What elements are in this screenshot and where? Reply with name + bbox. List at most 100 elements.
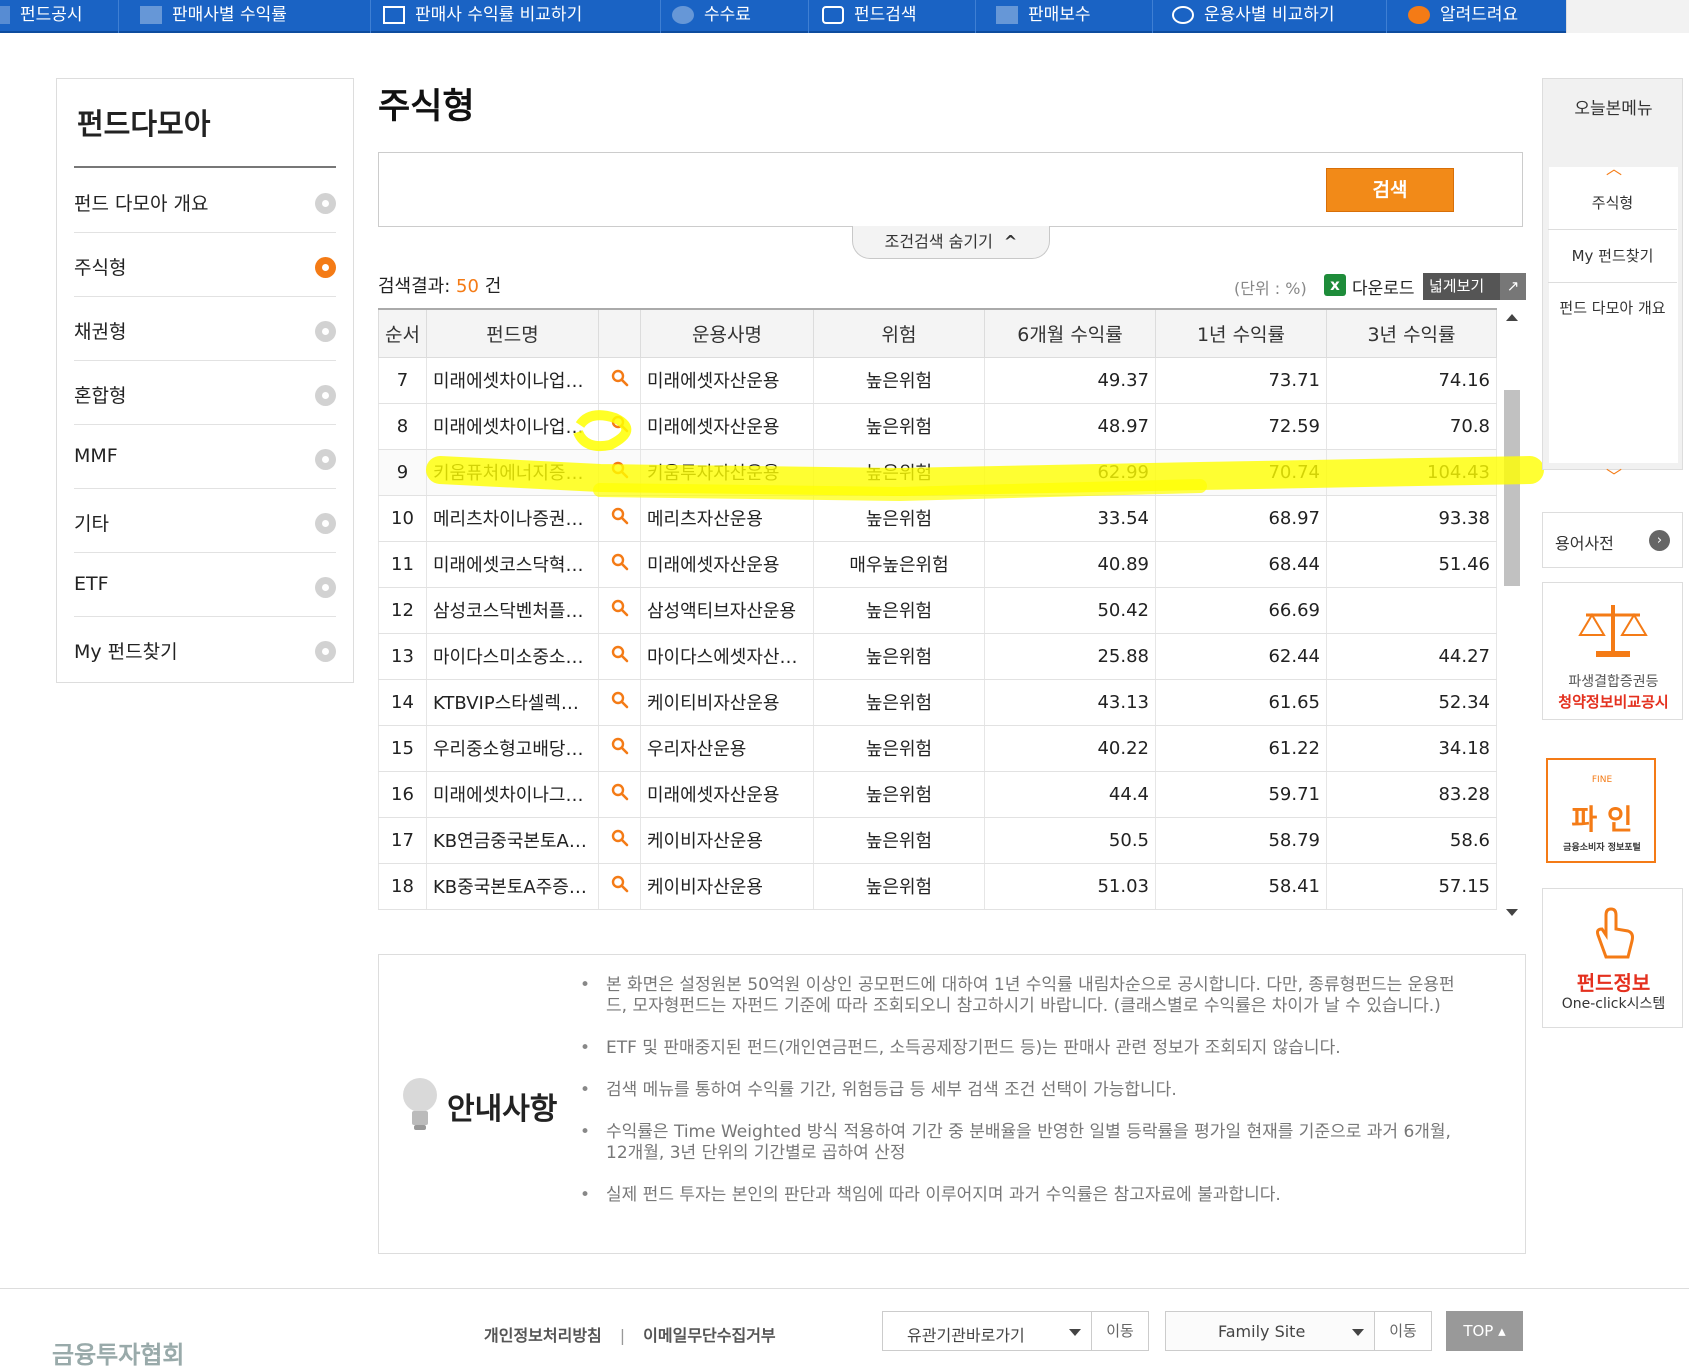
column-header-6m-return[interactable]: 6개월 수익률 [984,308,1156,358]
search-icon[interactable] [598,816,641,864]
top-button[interactable]: TOP ▴ [1446,1311,1523,1351]
search-icon[interactable] [598,494,641,542]
search-icon[interactable] [598,632,641,680]
scroll-thumb[interactable] [1504,390,1520,586]
cell-fund-name[interactable]: 미래에셋코스닥혁신성장증권투자신탁 [426,540,599,588]
recent-menu-item-my-fund[interactable]: My 펀드찾기 [1548,245,1677,283]
sidebar-item-etf[interactable]: ETF [74,553,336,617]
nav-item-seller-return[interactable]: 판매사별 수익률 [140,0,360,33]
table-row[interactable]: 7미래에셋차이나업종대표증권자투자신탁1(주식) 미래에셋자산운용높은위험49.3… [378,356,1497,404]
nav-item-fund-search[interactable]: 펀드검색 [822,0,972,33]
fund-info-oneclick-banner[interactable]: 펀드정보 One-click시스템 [1542,888,1683,1028]
cell-fund-name[interactable]: 미래에셋차이나업종대표증권자투자신탁1(주식)C [426,402,599,450]
nav-item-sales-fee[interactable]: 판매보수 [996,0,1146,33]
cell-fund-name[interactable]: 삼성코스닥벤처플러스증권투자신탁 [426,586,599,634]
email-refusal-link[interactable]: 이메일무단수집거부 [643,1326,775,1345]
family-site-select[interactable]: Family Site [1165,1311,1375,1351]
table-row[interactable]: 14KTBVIP스타셀렉션증권투자신탁 케이티비자산운용높은위험43.1361.6… [378,678,1497,726]
column-header-order[interactable]: 순서 [378,308,427,358]
column-header-manager[interactable]: 운용사명 [640,308,814,358]
wide-view-button[interactable]: 넓게보기 ↗ [1423,273,1526,300]
cell-fund-name[interactable]: 키움퓨처에너지증권투자신탁 [426,448,599,496]
search-icon[interactable] [611,691,629,709]
related-org-select[interactable]: 유관기관바로가기 [882,1311,1092,1351]
nav-item-fund-disclosure[interactable]: 펀드공시 [0,0,100,33]
table-row[interactable]: 8미래에셋차이나업종대표증권자투자신탁1(주식)C 미래에셋자산운용높은위험48.… [378,402,1497,450]
excel-icon[interactable]: x [1324,274,1346,296]
related-go-button[interactable]: 이동 [1091,1311,1149,1351]
search-icon[interactable] [598,678,641,726]
toggle-search-condition[interactable]: 조건검색 숨기기 ^ [852,226,1050,259]
family-go-button[interactable]: 이동 [1374,1311,1432,1351]
sidebar-item-bond[interactable]: 채권형 [74,297,336,361]
table-row[interactable]: 16미래에셋차이나그로스증권투자신탁 미래에셋자산운용높은위험44.459.718… [378,770,1497,818]
cell-fund-name[interactable]: 우리중소형고배당증권투자신탁 [426,724,599,772]
sidebar-item-label: 주식형 [74,257,127,279]
search-icon[interactable] [611,783,629,801]
download-button[interactable]: 다운로드 [1352,274,1415,299]
derivatives-disclosure-banner[interactable]: 파생결합증권등 청약정보비교공시 [1542,582,1683,720]
chevron-up-icon[interactable]: ︿ [1604,155,1624,178]
search-icon[interactable] [611,461,629,479]
column-header-risk[interactable]: 위험 [813,308,985,358]
search-icon[interactable] [611,415,629,433]
search-icon[interactable] [598,540,641,588]
privacy-policy-link[interactable]: 개인정보처리방침 [484,1326,602,1345]
search-icon[interactable] [611,599,629,617]
table-row[interactable]: 9키움퓨처에너지증권투자신탁 키움투자자산운용높은위험62.9970.74104.… [378,448,1497,496]
sidebar-item-mixed[interactable]: 혼합형 [74,361,336,425]
cell-fund-name[interactable]: 마이다스미소중소형주증권투자신탁 [426,632,599,680]
nav-item-fee[interactable]: 수수료 [672,0,802,33]
search-icon[interactable] [598,448,641,496]
search-icon[interactable] [598,402,641,450]
table-row[interactable]: 13마이다스미소중소형주증권투자신탁 마이다스에셋자산운용높은위험25.8862.… [378,632,1497,680]
footer-divider [0,1288,1689,1289]
table-row[interactable]: 10메리츠차이나증권투자신탁 메리츠자산운용높은위험33.5468.9793.38 [378,494,1497,542]
nav-item-notice[interactable]: 알려드려요 [1408,0,1564,33]
search-icon[interactable] [611,553,629,571]
sidebar-item-stock[interactable]: 주식형 [74,233,336,297]
recent-menu-item-stock[interactable]: 주식형 [1548,192,1677,230]
scroll-down-icon[interactable] [1506,909,1518,916]
cell-fund-name[interactable]: KTBVIP스타셀렉션증권투자신탁 [426,678,599,726]
chevron-down-icon[interactable]: ﹀ [1604,463,1624,486]
cell-fund-name[interactable]: KB중국본토A주증권투자신탁 [426,862,599,910]
cell-fund-name[interactable]: 메리츠차이나증권투자신탁 [426,494,599,542]
search-icon[interactable] [611,645,629,663]
search-icon[interactable] [611,829,629,847]
search-icon[interactable] [598,770,641,818]
search-icon[interactable] [611,737,629,755]
sidebar-item-my-fund[interactable]: My 펀드찾기 [74,617,336,681]
cell-fund-name[interactable]: 미래에셋차이나그로스증권투자신탁 [426,770,599,818]
search-icon[interactable] [598,862,641,910]
search-icon[interactable] [598,356,641,404]
cell-fund-name[interactable]: KB연금중국본토A주증권투자신탁 [426,816,599,864]
dictionary-link[interactable]: 용어사전 › [1542,512,1683,568]
nav-item-manager-compare[interactable]: 운용사별 비교하기 [1172,0,1382,33]
search-icon[interactable] [611,875,629,893]
cell-fund-name[interactable]: 미래에셋차이나업종대표증권자투자신탁1(주식) [426,356,599,404]
table-scrollbar[interactable] [1502,308,1522,922]
bullet-icon [315,193,336,214]
sidebar-item-other[interactable]: 기타 [74,489,336,553]
cell-manager: 미래에셋자산운용 [640,402,814,450]
column-header-3y-return[interactable]: 3년 수익률 [1326,308,1497,358]
search-icon[interactable] [598,724,641,772]
sidebar-item-overview[interactable]: 펀드 다모아 개요 [74,169,336,233]
table-row[interactable]: 18KB중국본토A주증권투자신탁 케이비자산운용높은위험51.0358.4157.… [378,862,1497,910]
search-icon[interactable] [611,507,629,525]
table-row[interactable]: 11미래에셋코스닥혁신성장증권투자신탁 미래에셋자산운용매우높은위험40.8968… [378,540,1497,588]
table-row[interactable]: 15우리중소형고배당증권투자신탁 우리자산운용높은위험40.2261.2234.1… [378,724,1497,772]
table-row[interactable]: 12삼성코스닥벤처플러스증권투자신탁 삼성액티브자산운용높은위험50.4266.6… [378,586,1497,634]
fine-portal-banner[interactable]: FINE 파 인 금융소비자 정보포털 [1542,750,1683,868]
nav-item-compare[interactable]: 판매사 수익률 비교하기 [383,0,653,33]
search-button[interactable]: 검색 [1326,168,1454,212]
table-row[interactable]: 17KB연금중국본토A주증권투자신탁 케이비자산운용높은위험50.558.7958… [378,816,1497,864]
column-header-1y-return[interactable]: 1년 수익률 [1155,308,1327,358]
search-icon[interactable] [598,586,641,634]
search-icon[interactable] [611,369,629,387]
column-header-fund-name[interactable]: 펀드명 [426,308,599,358]
sidebar-item-mmf[interactable]: MMF [74,425,336,489]
recent-menu-item-overview[interactable]: 펀드 다모아 개요 [1548,297,1677,351]
scroll-up-icon[interactable] [1506,314,1518,321]
